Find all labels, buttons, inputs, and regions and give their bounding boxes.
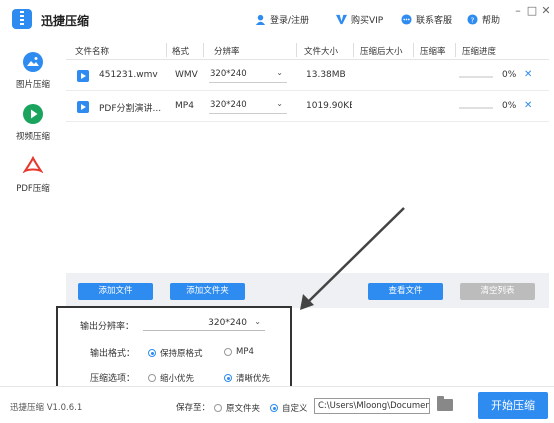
remove-file-icon[interactable]: ✕ — [524, 100, 532, 111]
start-compress-button[interactable]: 开始压缩 — [478, 392, 548, 419]
file-list: 文件名称 格式 分辨率 文件大小 压缩后大小 压缩率 压缩进度 451231.w… — [66, 40, 549, 273]
image-icon — [23, 52, 43, 72]
app-name: 迅捷压缩 — [41, 14, 90, 28]
progress-percent: 0% — [502, 70, 517, 80]
folder-icon[interactable] — [437, 396, 453, 411]
title-bar: 迅捷压缩 登录/注册 购买VIP 联系客服 ? 帮助 – □ ✕ — [0, 0, 554, 40]
save-option-custom[interactable]: 自定义 — [270, 402, 308, 414]
video-play-icon — [23, 104, 43, 124]
help-label: 帮助 — [482, 16, 501, 26]
progress-bar — [459, 107, 493, 109]
file-list-header: 文件名称 格式 分辨率 文件大小 压缩后大小 压缩率 压缩进度 — [66, 40, 549, 60]
file-name: 451231.wmv — [99, 70, 158, 80]
vip-icon — [336, 14, 347, 25]
maximize-button[interactable]: □ — [526, 4, 538, 17]
save-to-label: 保存至： — [176, 403, 211, 413]
column-header-name: 文件名称 — [75, 47, 110, 57]
help-link[interactable]: ? 帮助 — [467, 13, 500, 26]
save-path-input[interactable]: C:\Users\Mloong\Documen — [314, 398, 430, 414]
sidebar-item-pdf-compress[interactable]: PDF压缩 — [0, 156, 66, 204]
table-row[interactable]: 451231.wmv WMV 320*240 ⌄ 13.38MB 0% ✕ — [66, 61, 549, 91]
radio-label: 原文件夹 — [226, 404, 261, 414]
file-size: 1019.90KE — [306, 101, 352, 111]
pdf-icon — [23, 156, 43, 174]
column-header-compressed-size: 压缩后大小 — [360, 47, 403, 57]
buy-vip-label: 购买VIP — [351, 16, 384, 26]
chevron-down-icon: ⌄ — [276, 68, 283, 77]
version-label: 迅捷压缩 V1.0.6.1 — [10, 403, 83, 413]
save-option-original-folder[interactable]: 原文件夹 — [214, 402, 260, 414]
radio-selected-icon — [270, 404, 278, 412]
buy-vip-link[interactable]: 购买VIP — [336, 13, 383, 26]
column-header-progress: 压缩进度 — [462, 47, 497, 57]
user-icon — [255, 14, 266, 25]
column-header-ratio: 压缩率 — [420, 47, 446, 57]
radio-icon — [214, 404, 222, 412]
support-label: 联系客服 — [416, 16, 453, 26]
minimize-button[interactable]: – — [512, 4, 524, 17]
app-logo-icon — [12, 9, 32, 29]
clear-list-button[interactable]: 清空列表 — [460, 283, 535, 300]
column-header-size: 文件大小 — [304, 47, 339, 57]
annotation-highlight-box — [56, 306, 292, 390]
add-folder-button[interactable]: 添加文件夹 — [170, 283, 245, 300]
support-link[interactable]: 联系客服 — [401, 13, 452, 26]
radio-label: 自定义 — [282, 404, 308, 414]
file-format: WMV — [175, 70, 198, 80]
column-header-format: 格式 — [172, 47, 190, 57]
sidebar-item-label: 图片压缩 — [15, 80, 50, 90]
chat-icon — [401, 14, 412, 25]
resolution-value: 320*240 — [210, 69, 247, 79]
sidebar-item-image-compress[interactable]: 图片压缩 — [0, 52, 66, 100]
resolution-value: 320*240 — [210, 100, 247, 110]
sidebar-item-label: 视频压缩 — [15, 132, 50, 142]
footer-bar: 迅捷压缩 V1.0.6.1 保存至： 原文件夹 自定义 C:\Users\Mlo… — [0, 386, 554, 423]
file-name: PDF分割演讲... — [99, 104, 162, 114]
add-file-button[interactable]: 添加文件 — [78, 283, 153, 300]
column-header-resolution: 分辨率 — [214, 47, 240, 57]
view-file-button[interactable]: 查看文件 — [368, 283, 443, 300]
file-size: 13.38MB — [306, 70, 346, 80]
sidebar-item-label: PDF压缩 — [16, 184, 50, 194]
login-label: 登录/注册 — [270, 16, 310, 26]
remove-file-icon[interactable]: ✕ — [524, 69, 532, 80]
resolution-select[interactable]: 320*240 ⌄ — [209, 99, 287, 114]
progress-percent: 0% — [502, 101, 517, 111]
sidebar-item-video-compress[interactable]: 视频压缩 — [0, 104, 66, 152]
help-icon: ? — [467, 14, 478, 25]
close-button[interactable]: ✕ — [540, 4, 552, 17]
video-file-icon — [77, 70, 89, 82]
progress-bar — [459, 76, 493, 78]
file-format: MP4 — [175, 101, 194, 111]
table-row[interactable]: PDF分割演讲... MP4 320*240 ⌄ 1019.90KE 0% ✕ — [66, 92, 549, 122]
video-file-icon — [77, 101, 89, 113]
login-link[interactable]: 登录/注册 — [255, 13, 309, 26]
svg-text:?: ? — [471, 15, 475, 24]
chevron-down-icon: ⌄ — [276, 99, 283, 108]
resolution-select[interactable]: 320*240 ⌄ — [209, 68, 287, 83]
